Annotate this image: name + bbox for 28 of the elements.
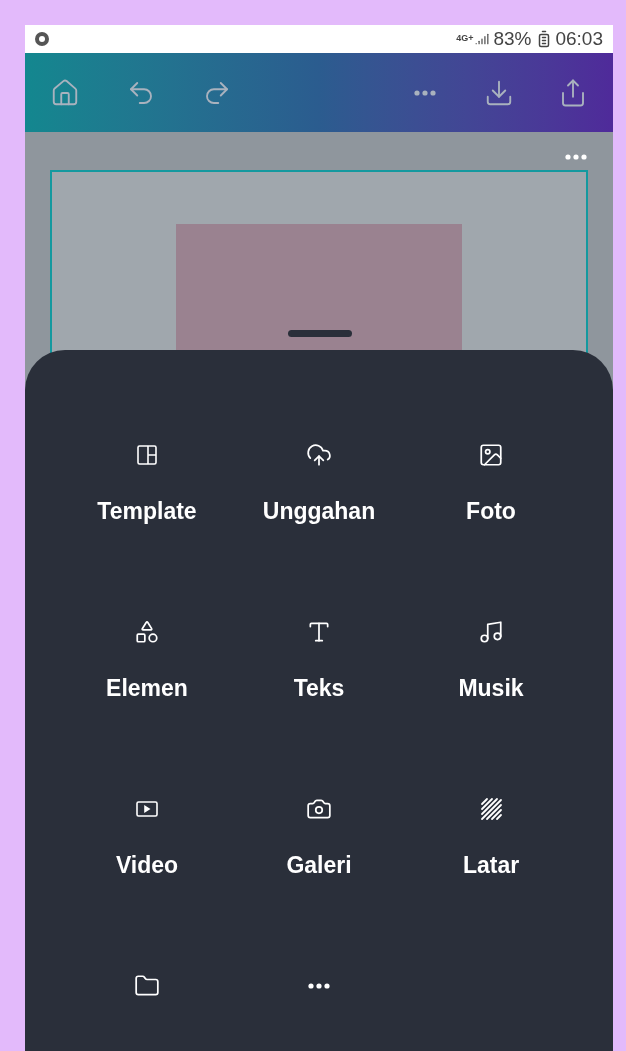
menu-item[interactable]: Foto [405, 440, 577, 547]
hatch-pattern-icon [478, 796, 504, 822]
menu-item[interactable]: Elemen [61, 617, 233, 724]
more-icon [308, 983, 330, 989]
cloud-upload-icon [306, 442, 332, 468]
menu-item[interactable]: Video [61, 794, 233, 901]
shapes-icon [134, 619, 160, 645]
music-note-icon [478, 619, 504, 645]
home-icon [50, 77, 80, 108]
image-icon [478, 442, 504, 468]
camera-icon [306, 796, 332, 822]
network-type: 4G+ [456, 32, 474, 46]
page-options-icon [565, 154, 587, 160]
menu-item[interactable]: Template [61, 440, 233, 547]
battery-level: 83% [493, 26, 532, 51]
menu-item[interactable]: Galeri [233, 794, 405, 901]
folder-icon [134, 973, 160, 999]
menu-item[interactable]: Musik [405, 617, 577, 724]
more-icon [414, 89, 436, 96]
sheet-handle[interactable] [288, 330, 352, 337]
app-notification-icon [35, 32, 49, 46]
menu-item[interactable]: Unggahan [233, 440, 405, 547]
layout-icon [135, 443, 159, 467]
menu-item[interactable]: Teks [233, 617, 405, 724]
menu-item[interactable]: Latar [405, 794, 577, 901]
text-icon [306, 619, 332, 645]
clock: 06:03 [555, 26, 603, 51]
signal-icon [475, 32, 490, 46]
